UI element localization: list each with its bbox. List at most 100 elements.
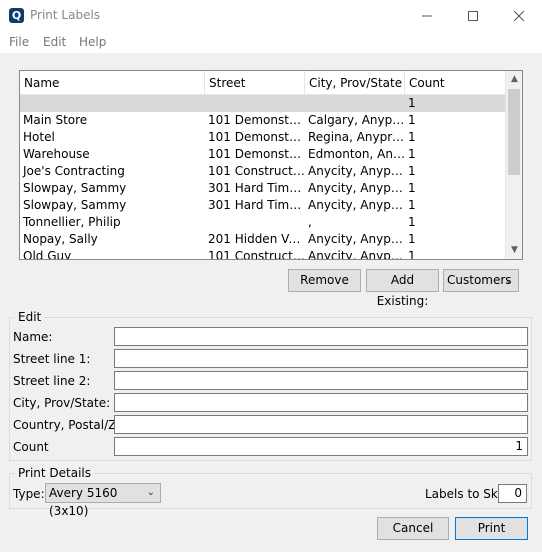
- minimize-button[interactable]: [404, 0, 450, 31]
- cell-city: Anycity, Anyprov: [308, 164, 405, 178]
- close-icon: [513, 10, 525, 21]
- cell-name: [20, 95, 205, 112]
- app-logo-icon: Q: [9, 8, 24, 23]
- print-labels-window: Q Print Labels File Edit Help Name Stree…: [0, 0, 542, 552]
- cell-street: 301 Hard Times ...: [208, 198, 305, 212]
- add-source-dropdown[interactable]: Customers ⌄: [443, 269, 519, 292]
- cell-name: Slowpay, Sammy: [23, 198, 127, 212]
- grid-body: 1 Main Store 101 Demonstrat... Calgary, …: [20, 95, 506, 260]
- table-row[interactable]: Tonnellier, Philip , 1: [20, 214, 506, 231]
- cell-count: 1: [408, 147, 416, 161]
- count-label: Count: [13, 440, 49, 454]
- maximize-button[interactable]: [450, 0, 496, 31]
- scroll-up-icon[interactable]: ▲: [506, 71, 522, 88]
- print-details-title: Print Details: [15, 466, 95, 480]
- table-row[interactable]: Hotel 101 Demonstrat... Regina, Anyprov …: [20, 129, 506, 146]
- table-row[interactable]: Old Guy 101 Constructio... Anycity, Anyp…: [20, 248, 506, 260]
- table-row[interactable]: Joe's Contracting 101 Constructio... Any…: [20, 163, 506, 180]
- cell-city: [305, 95, 405, 112]
- cell-street: 101 Demonstrat...: [208, 113, 305, 127]
- cell-city: Anycity, Anyprov: [308, 198, 405, 212]
- table-row[interactable]: Main Store 101 Demonstrat... Calgary, An…: [20, 112, 506, 129]
- remove-button[interactable]: Remove: [288, 269, 361, 292]
- cell-count: 1: [408, 181, 416, 195]
- grid-vertical-scrollbar[interactable]: ▲ ▼: [505, 71, 522, 259]
- menu-edit[interactable]: Edit: [43, 35, 66, 49]
- scroll-down-icon[interactable]: ▼: [506, 242, 522, 259]
- cell-count: 1: [408, 198, 416, 212]
- cell-count: 1: [408, 130, 416, 144]
- cell-name: Joe's Contracting: [23, 164, 125, 178]
- cell-count: 1: [408, 164, 416, 178]
- add-source-selected: Customers: [447, 273, 512, 287]
- minimize-icon: [422, 15, 432, 16]
- table-row[interactable]: Warehouse 101 Demonstrat... Edmonton, An…: [20, 146, 506, 163]
- cell-name: Hotel: [23, 130, 55, 144]
- cell-city: Anycity, Anyprov: [308, 232, 405, 246]
- add-existing-button[interactable]: Add Existing:: [366, 269, 439, 308]
- label-type-selected: Avery 5160 (3x10): [49, 486, 118, 518]
- chevron-down-icon: ⌄: [504, 275, 513, 286]
- cell-name: Slowpay, Sammy: [23, 181, 127, 195]
- column-header-street[interactable]: Street: [205, 71, 305, 95]
- grid-header: Name Street City, Prov/State Count: [20, 71, 506, 95]
- column-header-city[interactable]: City, Prov/State: [305, 71, 405, 95]
- cell-street: 101 Constructio...: [208, 249, 305, 260]
- cell-street: 301 Hard Times ...: [208, 181, 305, 195]
- cell-city: Regina, Anyprov: [308, 130, 405, 144]
- count-field[interactable]: 1: [114, 437, 528, 456]
- table-row[interactable]: Slowpay, Sammy 301 Hard Times ... Anycit…: [20, 180, 506, 197]
- name-field[interactable]: [114, 327, 528, 346]
- chevron-down-icon: ⌄: [146, 487, 155, 498]
- cell-street: 101 Constructio...: [208, 164, 305, 178]
- cell-city: Anycity, Anyprov: [308, 249, 405, 260]
- city-label: City, Prov/State:: [13, 396, 111, 410]
- street2-field[interactable]: [114, 371, 528, 390]
- cell-street: 101 Demonstrat...: [208, 130, 305, 144]
- street1-field[interactable]: [114, 349, 528, 368]
- name-label: Name:: [13, 330, 53, 344]
- edit-group-title: Edit: [15, 310, 45, 324]
- cell-street: 201 Hidden Vall...: [208, 232, 305, 246]
- print-button[interactable]: Print: [455, 517, 528, 540]
- cell-city: Edmonton, Any...: [308, 147, 405, 161]
- maximize-icon: [468, 10, 478, 21]
- menu-help[interactable]: Help: [79, 35, 106, 49]
- cell-city: Anycity, Anyprov: [308, 181, 405, 195]
- cell-name: Nopay, Sally: [23, 232, 98, 246]
- label-type-dropdown[interactable]: Avery 5160 (3x10) ⌄: [45, 483, 161, 518]
- type-label: Type:: [13, 487, 45, 501]
- window-title: Print Labels: [30, 8, 101, 22]
- cell-name: Tonnellier, Philip: [23, 215, 121, 229]
- cell-name: Warehouse: [23, 147, 90, 161]
- column-header-name[interactable]: Name: [20, 71, 205, 95]
- cell-count: 1: [408, 113, 416, 127]
- cell-count: 1: [408, 232, 416, 246]
- table-row[interactable]: 1: [20, 95, 506, 112]
- labels-to-skip-field[interactable]: 0: [498, 484, 527, 503]
- table-row[interactable]: Nopay, Sally 201 Hidden Vall... Anycity,…: [20, 231, 506, 248]
- menu-file[interactable]: File: [9, 35, 29, 49]
- title-bar: Q Print Labels: [0, 0, 542, 31]
- cell-count: 1: [408, 215, 416, 229]
- cell-street: [205, 214, 305, 231]
- menu-bar: File Edit Help: [0, 31, 542, 53]
- cell-count: 1: [408, 249, 416, 260]
- cell-name: Old Guy: [23, 249, 72, 260]
- labels-grid[interactable]: Name Street City, Prov/State Count 1 Mai…: [19, 70, 523, 260]
- close-button[interactable]: [496, 0, 542, 31]
- street2-label: Street line 2:: [13, 374, 91, 388]
- scroll-thumb[interactable]: [508, 89, 520, 175]
- cell-name: Main Store: [23, 113, 88, 127]
- city-field[interactable]: [114, 393, 528, 412]
- country-field[interactable]: [114, 415, 528, 434]
- column-header-count[interactable]: Count: [405, 71, 506, 95]
- cell-street: [205, 95, 305, 112]
- cell-city: ,: [308, 215, 312, 229]
- cell-street: 101 Demonstrat...: [208, 147, 305, 161]
- table-row[interactable]: Slowpay, Sammy 301 Hard Times ... Anycit…: [20, 197, 506, 214]
- cancel-button[interactable]: Cancel: [377, 517, 449, 540]
- street1-label: Street line 1:: [13, 352, 91, 366]
- cell-count: 1: [408, 96, 416, 110]
- cell-city: Calgary, Anyprov: [308, 113, 405, 127]
